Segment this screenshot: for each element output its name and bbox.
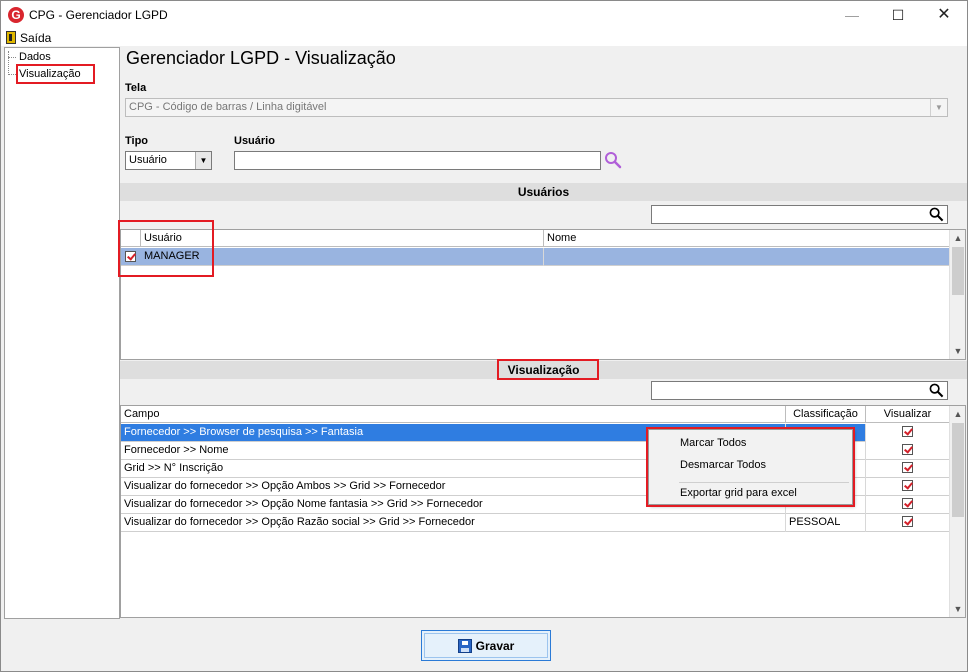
users-grid-scrollbar[interactable]: ▲ ▼ bbox=[949, 230, 965, 359]
search-icon[interactable] bbox=[604, 151, 622, 169]
checkbox-checked-icon[interactable] bbox=[125, 251, 136, 262]
menu-item-exportar-excel[interactable]: Exportar grid para excel bbox=[680, 487, 797, 499]
chevron-down-icon[interactable]: ▼ bbox=[195, 152, 211, 169]
cell-usuario: MANAGER bbox=[141, 248, 544, 266]
scroll-thumb[interactable] bbox=[952, 247, 964, 295]
view-grid-header: Campo Classificação Visualizar bbox=[121, 406, 951, 423]
scroll-up-icon[interactable]: ▲ bbox=[950, 406, 965, 422]
checkbox-checked-icon[interactable] bbox=[902, 462, 913, 473]
cell-visualizar[interactable] bbox=[866, 442, 950, 460]
tree-connector bbox=[8, 51, 9, 75]
usuario-input[interactable] bbox=[234, 151, 601, 170]
save-button-label: Gravar bbox=[475, 638, 515, 653]
tree-item-dados[interactable]: Dados bbox=[8, 51, 53, 63]
cell-visualizar[interactable] bbox=[866, 424, 950, 442]
usuario-label: Usuário bbox=[234, 135, 275, 147]
users-col-nome[interactable]: Nome bbox=[544, 230, 951, 247]
tipo-select-value: Usuário bbox=[129, 154, 167, 166]
view-section-title: Visualização bbox=[507, 363, 580, 377]
menu-exit-label: Saída bbox=[20, 30, 52, 45]
exit-door-icon bbox=[6, 31, 16, 44]
view-col-classificacao[interactable]: Classificação bbox=[786, 406, 866, 423]
users-grid-header: Usuário Nome bbox=[121, 230, 951, 247]
menu-item-desmarcar-todos[interactable]: Desmarcar Todos bbox=[680, 459, 766, 471]
checkbox-checked-icon[interactable] bbox=[902, 498, 913, 509]
scroll-down-icon[interactable]: ▼ bbox=[950, 601, 965, 617]
tipo-select[interactable]: Usuário ▼ bbox=[125, 151, 212, 170]
view-col-visualizar[interactable]: Visualizar bbox=[866, 406, 950, 423]
tree-item-visualizacao[interactable]: Visualização bbox=[8, 68, 83, 80]
save-button[interactable]: Gravar bbox=[421, 630, 551, 661]
window-title: CPG - Gerenciador LGPD bbox=[29, 8, 168, 22]
page-title: Gerenciador LGPD - Visualização bbox=[126, 48, 396, 68]
cell-nome bbox=[544, 248, 950, 266]
checkbox-checked-icon[interactable] bbox=[902, 426, 913, 437]
users-filter-input[interactable] bbox=[651, 205, 948, 224]
cell-visualizar[interactable] bbox=[866, 460, 950, 478]
search-icon[interactable] bbox=[929, 383, 944, 398]
menu-item-marcar-todos[interactable]: Marcar Todos bbox=[680, 437, 746, 449]
menu-exit[interactable]: Saída bbox=[6, 30, 51, 45]
checkbox-checked-icon[interactable] bbox=[902, 444, 913, 455]
cell-visualizar[interactable] bbox=[866, 478, 950, 496]
maximize-button[interactable]: ☐ bbox=[875, 1, 921, 29]
tela-select: CPG - Código de barras / Linha digitável… bbox=[125, 98, 948, 117]
close-button[interactable]: ✕ bbox=[921, 1, 967, 29]
cell-visualizar[interactable] bbox=[866, 496, 950, 514]
table-row[interactable]: Visualizar do fornecedor >> Opção Razão … bbox=[121, 514, 950, 532]
view-grid-scrollbar[interactable]: ▲ ▼ bbox=[949, 406, 965, 617]
view-col-campo[interactable]: Campo bbox=[121, 406, 786, 423]
menu-bar: Saída bbox=[1, 29, 967, 46]
view-section-bar: Visualização bbox=[120, 361, 967, 379]
menu-separator bbox=[679, 482, 849, 483]
minimize-button[interactable]: — bbox=[829, 1, 875, 29]
app-logo-icon: G bbox=[8, 7, 24, 23]
users-grid-corner bbox=[121, 230, 141, 247]
save-disk-icon bbox=[457, 638, 472, 653]
chevron-down-icon: ▼ bbox=[930, 99, 947, 116]
search-icon[interactable] bbox=[929, 207, 944, 222]
navigation-tree: Dados Visualização bbox=[4, 47, 120, 619]
context-menu: Marcar Todos Desmarcar Todos Exportar gr… bbox=[648, 429, 853, 505]
cell-classificacao: PESSOAL bbox=[786, 514, 866, 532]
app-window: G CPG - Gerenciador LGPD — ☐ ✕ Saída Dad… bbox=[0, 0, 968, 672]
tela-select-value: CPG - Código de barras / Linha digitável bbox=[129, 101, 327, 113]
users-col-usuario[interactable]: Usuário bbox=[141, 230, 544, 247]
users-section-title: Usuários bbox=[120, 183, 967, 201]
cell-visualizar[interactable] bbox=[866, 514, 950, 532]
view-filter-input[interactable] bbox=[651, 381, 948, 400]
checkbox-checked-icon[interactable] bbox=[902, 516, 913, 527]
row-checkbox[interactable] bbox=[121, 248, 141, 266]
checkbox-checked-icon[interactable] bbox=[902, 480, 913, 491]
cell-campo: Visualizar do fornecedor >> Opção Razão … bbox=[121, 514, 786, 532]
tipo-label: Tipo bbox=[125, 135, 149, 147]
title-bar: G CPG - Gerenciador LGPD — ☐ ✕ bbox=[1, 1, 967, 29]
users-grid: Usuário Nome MANAGER ▲ ▼ bbox=[120, 229, 966, 360]
tela-label: Tela bbox=[125, 82, 147, 94]
scroll-down-icon[interactable]: ▼ bbox=[950, 343, 965, 359]
scroll-thumb[interactable] bbox=[952, 423, 964, 517]
scroll-up-icon[interactable]: ▲ bbox=[950, 230, 965, 246]
table-row[interactable]: MANAGER bbox=[121, 248, 950, 266]
